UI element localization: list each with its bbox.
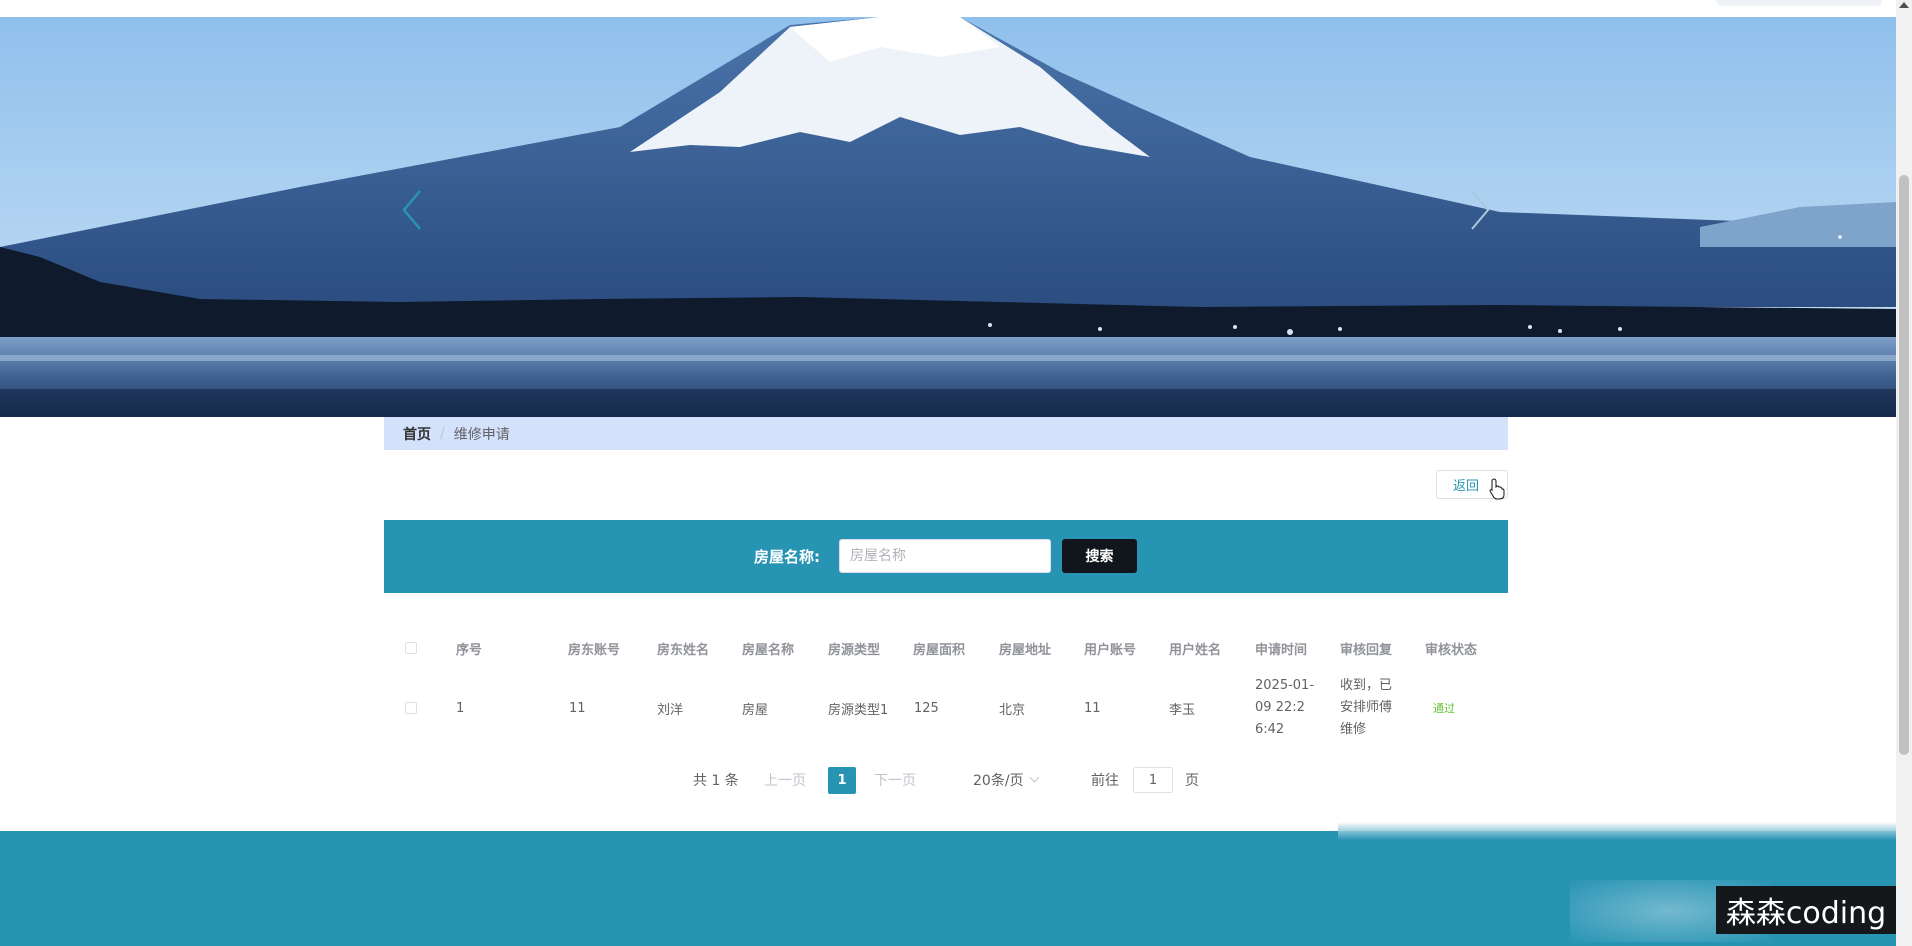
cell-landlord-account: 11: [569, 700, 586, 716]
table-header-row: 序号 房东账号 房东姓名 房屋名称 房源类型 房屋面积 房屋地址 用户账号 用户…: [384, 624, 1508, 672]
watermark: 森森coding: [1716, 886, 1896, 934]
carousel-next-button[interactable]: [1458, 185, 1498, 235]
chevron-left-icon: [402, 190, 421, 230]
scrollbar[interactable]: [1896, 0, 1912, 946]
breadcrumb-home[interactable]: 首页: [403, 424, 431, 444]
header-house-name: 房屋名称: [742, 642, 795, 658]
search-label: 房屋名称:: [754, 548, 820, 566]
cell-reply: 收到，已安排师傅维修: [1340, 678, 1393, 737]
banner-image: [0, 17, 1896, 417]
table-row[interactable]: 1 11 刘洋 房屋 房源类型1 125 北京 11 李玉 2025-01-09…: [384, 672, 1508, 744]
row-select-cell: [405, 672, 417, 744]
breadcrumb: 首页 / 维修申请: [384, 417, 1508, 450]
header-apply-time: 申请时间: [1255, 642, 1308, 658]
hand-cursor-icon: [1489, 478, 1505, 500]
search-button[interactable]: 搜索: [1062, 539, 1137, 573]
goto-page-input[interactable]: [1133, 767, 1173, 793]
footer-overlay: [1338, 822, 1896, 840]
header-user-account: 用户账号: [1084, 642, 1137, 658]
chevron-down-icon: [1029, 772, 1040, 783]
cell-house-name: 房屋: [742, 702, 769, 718]
cell-index: 1: [456, 700, 465, 716]
scroll-up-arrow-icon[interactable]: [1899, 2, 1909, 8]
scrollbar-thumb[interactable]: [1899, 175, 1909, 755]
header-landlord-account: 房东账号: [568, 642, 621, 658]
cell-address: 北京: [999, 702, 1026, 718]
header-address: 房屋地址: [999, 642, 1052, 658]
carousel-prev-button[interactable]: [394, 185, 434, 235]
goto-label: 前往: [1091, 773, 1119, 789]
select-all-checkbox[interactable]: [405, 642, 417, 654]
pagination-next-button[interactable]: 下一页: [874, 766, 916, 794]
pagination-total: 共 1 条: [693, 773, 739, 789]
page-size-select[interactable]: 20条/页: [948, 766, 1048, 794]
pagination-prev-button[interactable]: 上一页: [764, 766, 806, 794]
header-house-type: 房源类型: [828, 642, 881, 658]
header-landlord-name: 房东姓名: [657, 642, 710, 658]
top-search-pill[interactable]: [1716, 0, 1882, 6]
cell-landlord-name: 刘洋: [657, 702, 684, 718]
chevron-right-icon: [1471, 190, 1490, 230]
header-reply: 审核回复: [1340, 642, 1393, 658]
search-input[interactable]: [839, 539, 1051, 573]
header-index: 序号: [456, 642, 483, 658]
page-size-value: 20条/页: [973, 773, 1024, 789]
top-bar: [0, 0, 1896, 17]
pagination-page-1[interactable]: 1: [828, 767, 856, 794]
header-user-name: 用户姓名: [1169, 642, 1222, 658]
row-checkbox[interactable]: [405, 702, 417, 714]
breadcrumb-separator: /: [440, 425, 445, 442]
cell-area: 125: [914, 700, 939, 716]
search-bar: 房屋名称: 搜索: [384, 520, 1508, 593]
status-badge: 通过: [1433, 702, 1455, 715]
header-status: 审核状态: [1425, 642, 1478, 658]
cell-user-name: 李玉: [1169, 702, 1196, 718]
cell-user-account: 11: [1084, 700, 1101, 716]
cell-house-type: 房源类型1: [828, 702, 889, 718]
header-area: 房屋面积: [913, 642, 966, 658]
goto-suffix: 页: [1185, 773, 1199, 789]
cell-status: 通过: [1433, 672, 1455, 744]
banner-carousel: [0, 17, 1896, 417]
select-all-cell: [405, 624, 417, 672]
breadcrumb-current: 维修申请: [453, 426, 510, 443]
cell-apply-time: 2025-01-09 22:26:42: [1255, 678, 1315, 737]
